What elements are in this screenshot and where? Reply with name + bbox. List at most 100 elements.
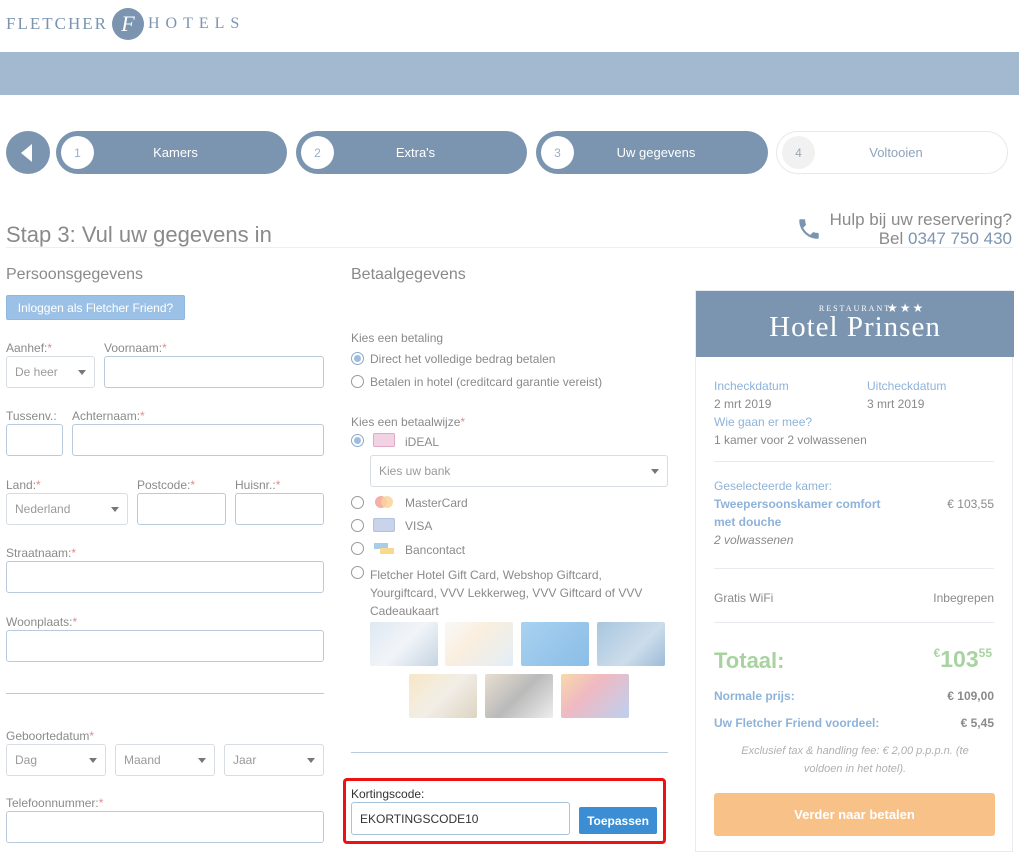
jaar-select[interactable]: Jaar — [224, 744, 324, 776]
wifi-label: Gratis WiFi — [714, 591, 774, 605]
kies-betaalwijze-label: Kies een betaalwijze* — [351, 415, 466, 429]
radio-mastercard[interactable] — [351, 496, 364, 509]
chevron-down-icon — [307, 758, 315, 763]
phone-icon — [796, 216, 822, 242]
total-main: 103 — [940, 646, 979, 672]
tussenvoegsel-input[interactable] — [6, 424, 63, 456]
wifi-value: Inbegrepen — [933, 591, 994, 605]
webshop-giftcard-image — [445, 622, 513, 666]
who-value: 1 kamer voor 2 volwassenen — [714, 433, 867, 447]
divider — [6, 693, 324, 694]
step-number: 2 — [301, 136, 334, 169]
checkin-label: Incheckdatum — [714, 379, 789, 393]
help-text: Hulp bij uw reservering? — [829, 210, 1012, 229]
personal-section-title: Persoonsgegevens — [6, 266, 143, 283]
dag-select[interactable]: Dag — [6, 744, 106, 776]
room-price: € 103,55 — [947, 497, 994, 511]
pay-in-hotel-label: Betalen in hotel (creditcard garantie ve… — [370, 375, 603, 389]
logo-text-right: HOTELS — [147, 15, 246, 32]
radio-bancontact[interactable] — [351, 542, 364, 555]
radio-pay-in-hotel[interactable] — [351, 375, 364, 388]
total-label: Totaal: — [714, 648, 785, 673]
step-extras[interactable]: 2 Extra's — [296, 131, 527, 174]
huisnr-label: Huisnr.:* — [235, 478, 281, 492]
ff-discount-label: Uw Fletcher Friend voordeel: — [714, 716, 880, 730]
vvv-lekkerweg-image — [409, 674, 477, 718]
selected-room-label: Geselecteerde kamer: — [714, 479, 833, 493]
aanhef-label: Aanhef:* — [6, 341, 53, 355]
fletcher-giftcard-image — [370, 622, 438, 666]
bancontact-label: Bancontact — [405, 543, 466, 557]
room-guests: 2 volwassenen — [714, 533, 794, 547]
site-header: FLETCHER F HOTELS — [0, 0, 1019, 52]
divider — [351, 752, 668, 753]
fletcher-hotels-logo[interactable]: FLETCHER F HOTELS — [6, 7, 245, 41]
radio-visa[interactable] — [351, 519, 364, 532]
full-payment-label: Direct het volledige bedrag betalen — [370, 352, 556, 366]
radio-full-payment[interactable] — [351, 352, 364, 365]
step-uw-gegevens[interactable]: 3 Uw gegevens — [536, 131, 768, 174]
step-label: Voltooien — [869, 145, 923, 160]
maand-select[interactable]: Maand — [115, 744, 215, 776]
postcode-label: Postcode:* — [137, 478, 196, 492]
back-arrow-icon — [21, 143, 32, 162]
postcode-input[interactable] — [137, 493, 226, 525]
normal-price-value: € 109,00 — [947, 689, 994, 703]
straatnaam-input[interactable] — [6, 561, 324, 593]
mastercard-icon — [373, 495, 395, 509]
chevron-down-icon — [111, 507, 119, 512]
step-kamers[interactable]: 1 Kamers — [56, 131, 287, 174]
achternaam-label: Achternaam:* — [72, 409, 145, 423]
huisnr-input[interactable] — [235, 493, 324, 525]
ideal-icon — [373, 433, 395, 447]
page-title: Stap 3: Vul uw gegevens in — [6, 222, 272, 247]
checkout-value: 3 mrt 2019 — [867, 397, 925, 411]
room-name-line2: met douche — [714, 515, 782, 529]
divider — [714, 568, 994, 569]
radio-ideal[interactable] — [351, 434, 364, 447]
woonplaats-input[interactable] — [6, 630, 324, 662]
tax-note: Exclusief tax & handling fee: € 2,00 p.p… — [741, 745, 969, 775]
achternaam-input[interactable] — [72, 424, 324, 456]
voornaam-input[interactable] — [104, 356, 324, 388]
chevron-down-icon — [651, 469, 659, 474]
giftcard-label: Fletcher Hotel Gift Card, Webshop Giftca… — [370, 568, 643, 618]
continue-to-payment-button[interactable]: Verder naar betalen — [714, 793, 995, 836]
step-number: 3 — [541, 136, 574, 169]
bancontact-icon — [373, 541, 395, 555]
logo-text-left: FLETCHER — [6, 14, 108, 33]
straatnaam-label: Straatnaam:* — [6, 546, 77, 560]
divider — [714, 622, 994, 623]
ff-discount-value: € 5,45 — [960, 716, 994, 730]
total-cents: 55 — [978, 646, 992, 660]
back-button[interactable] — [6, 131, 50, 174]
telefoon-input[interactable] — [6, 811, 324, 843]
voornaam-label: Voornaam:* — [104, 341, 167, 355]
kortingscode-input[interactable]: EKORTINGSCODE10 — [351, 802, 570, 835]
mastercard-label: MasterCard — [405, 496, 468, 510]
step-number: 1 — [61, 136, 94, 169]
bank-select[interactable]: Kies uw bank — [370, 455, 668, 487]
geboortedatum-label: Geboortedatum* — [6, 729, 95, 743]
chevron-down-icon — [78, 370, 86, 375]
checkin-value: 2 mrt 2019 — [714, 397, 772, 411]
radio-giftcard[interactable] — [351, 566, 364, 579]
land-select[interactable]: Nederland — [6, 493, 128, 525]
apply-discount-button[interactable]: Toepassen — [579, 807, 657, 834]
nav-band — [0, 52, 1019, 95]
ideal-label: iDEAL — [405, 435, 440, 449]
hotel-stars-icon: ★★★ — [887, 301, 926, 315]
help-phone-link[interactable]: 0347 750 430 — [908, 229, 1012, 248]
land-label: Land:* — [6, 478, 41, 492]
booking-steps: 1 Kamers 2 Extra's 3 Uw gegevens 4 Volto… — [6, 131, 1016, 174]
chevron-down-icon — [89, 758, 97, 763]
login-fletcher-friend-button[interactable]: Inloggen als Fletcher Friend? — [6, 295, 185, 320]
visa-icon — [373, 518, 395, 532]
normal-price-label: Normale prijs: — [714, 689, 795, 703]
chevron-down-icon — [198, 758, 206, 763]
who-label: Wie gaan er mee? — [714, 415, 813, 429]
aanhef-select[interactable]: De heer — [6, 356, 95, 388]
help-box: Hulp bij uw reservering? Bel 0347 750 43… — [830, 210, 1012, 248]
kortingscode-label: Kortingscode: — [351, 787, 425, 801]
tussenv-label: Tussenv.: — [6, 409, 57, 423]
